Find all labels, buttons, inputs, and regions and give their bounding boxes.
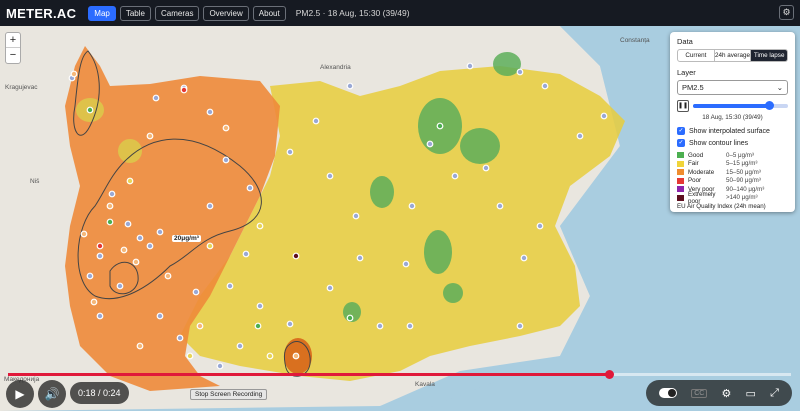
place-label: Constanța (620, 37, 650, 44)
legend-range: 50–90 μg/m³ (726, 177, 761, 185)
timelapse-slider[interactable] (693, 101, 788, 110)
gear-icon: ⚙ (782, 7, 791, 17)
place-label: Alexandria (320, 64, 351, 71)
legend-swatch (677, 186, 684, 193)
good-zone (443, 283, 463, 303)
place-label: Kavala (415, 381, 435, 388)
video-controls-right: CC ⚙ ▭ ⤢ (646, 380, 792, 406)
timelapse-player: ❚❚ (677, 100, 788, 112)
tab-about[interactable]: About (252, 5, 286, 21)
legend-label: Moderate (688, 168, 715, 176)
legend-range: >140 μg/m³ (726, 194, 758, 202)
good-zone (424, 230, 452, 274)
mode-24h-average-button[interactable]: 24h average (715, 50, 752, 61)
timelapse-slider-fill (693, 104, 769, 108)
good-zone (370, 176, 394, 208)
stop-recording-button[interactable]: Stop Screen Recording (190, 389, 268, 400)
layer-section-title: Layer (677, 68, 696, 77)
legend-swatch (677, 169, 684, 176)
legend-swatch (677, 177, 684, 184)
video-progress-fill (8, 373, 610, 376)
data-section-title: Data (677, 37, 693, 46)
video-progress-bar[interactable] (8, 370, 791, 379)
pause-icon: ❚❚ (678, 103, 689, 109)
layer-select[interactable]: PM2.5 ⌄ (677, 80, 788, 95)
interpolated-surface-label: Show interpolated surface (689, 127, 770, 135)
miniplayer-icon[interactable]: ▭ (746, 387, 756, 400)
checkmark-icon: ✓ (677, 139, 685, 147)
timelapse-slider-handle[interactable] (765, 101, 774, 110)
tab-cameras[interactable]: Cameras (154, 5, 200, 21)
legend-item: Fair 5–15 μg/m³ (677, 160, 788, 169)
zoom-control: + − (5, 32, 21, 64)
legend-label: Good (688, 151, 704, 159)
settings-button[interactable]: ⚙ (779, 5, 794, 20)
play-icon: ▶ (15, 387, 25, 401)
legend-item: Good 0–5 μg/m³ (677, 151, 788, 160)
control-panel: Data Current 24h average Time lapse Laye… (670, 32, 795, 212)
tab-map[interactable]: Map (88, 5, 116, 21)
legend-range: 15–50 μg/m³ (726, 168, 761, 176)
fullscreen-icon[interactable]: ⤢ (770, 387, 779, 400)
autoplay-toggle[interactable] (659, 388, 678, 398)
legend-range: 90–140 μg/m³ (726, 185, 765, 193)
brand-logo[interactable]: METER.AC (6, 6, 76, 21)
place-label: Kragujevac (5, 84, 38, 91)
legend-swatch (677, 152, 684, 159)
legend-swatch (677, 194, 684, 201)
tab-table[interactable]: Table (119, 5, 151, 21)
pause-button[interactable]: ❚❚ (677, 100, 689, 112)
video-time: 0:18 / 0:24 (70, 382, 129, 404)
zoom-in-button[interactable]: + (6, 33, 20, 48)
legend-footer: EU Air Quality Index (24h mean) (677, 203, 766, 210)
play-button[interactable]: ▶ (6, 380, 34, 408)
legend-range: 5–15 μg/m³ (726, 160, 758, 168)
data-mode-selector: Current 24h average Time lapse (677, 49, 788, 62)
mode-current-button[interactable]: Current (678, 50, 715, 61)
legend-item: Extremely poor >140 μg/m³ (677, 191, 788, 205)
legend-item: Moderate 15–50 μg/m³ (677, 168, 788, 177)
top-navbar: METER.AC Map Table Cameras Overview Abou… (0, 0, 800, 26)
captions-icon[interactable]: CC (691, 388, 708, 398)
legend-label: Fair (688, 160, 699, 168)
fair-zone (118, 139, 142, 163)
status-text: PM2.5 · 18 Aug, 15:30 (39/49) (295, 8, 410, 18)
gear-icon[interactable]: ⚙ (722, 387, 732, 400)
contour-label: 20μg/m³ (172, 235, 201, 242)
legend-label: Poor (688, 177, 702, 185)
legend-item: Poor 50–90 μg/m³ (677, 177, 788, 186)
place-label: Niš (30, 178, 40, 185)
tab-overview[interactable]: Overview (203, 5, 249, 21)
aqi-legend: Good 0–5 μg/m³ Fair 5–15 μg/m³ Moderate 15–… (677, 151, 788, 210)
sensor-marker (292, 252, 300, 260)
volume-button[interactable]: 🔊 (38, 380, 66, 408)
layer-select-value: PM2.5 (682, 83, 704, 92)
contour-lines-checkbox[interactable]: ✓ Show contour lines (677, 139, 788, 147)
contour-lines-label: Show contour lines (689, 139, 749, 147)
good-zone (460, 128, 500, 164)
legend-swatch (677, 160, 684, 167)
mode-time-lapse-button[interactable]: Time lapse (751, 50, 787, 61)
zoom-out-button[interactable]: − (6, 48, 20, 63)
legend-range: 0–5 μg/m³ (726, 151, 754, 159)
timelapse-label: 18 Aug, 15:30 (39/49) (702, 114, 763, 121)
volume-icon: 🔊 (44, 387, 60, 401)
chevron-down-icon: ⌄ (776, 83, 783, 92)
interpolated-surface-checkbox[interactable]: ✓ Show interpolated surface (677, 127, 788, 135)
checkmark-icon: ✓ (677, 127, 685, 135)
